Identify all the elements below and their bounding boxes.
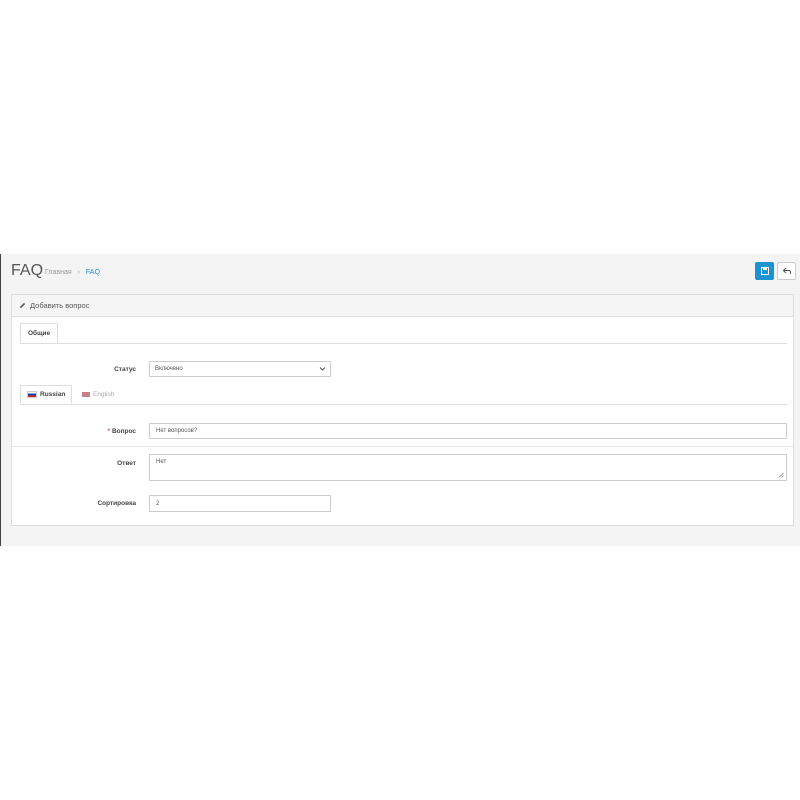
- question-label-text: Вопрос: [111, 428, 136, 435]
- tab-language-russian-label: Russian: [40, 391, 66, 398]
- breadcrumb-separator: ›: [77, 269, 80, 276]
- sort-label: Сортировка: [97, 500, 136, 507]
- breadcrumb-home[interactable]: Главная: [45, 269, 72, 276]
- russia-flag-icon: [27, 391, 37, 398]
- sort-order-value: 2: [156, 500, 160, 507]
- save-button[interactable]: [755, 262, 774, 280]
- main-tabs: Общие: [20, 323, 787, 344]
- sort-order-input[interactable]: 2: [149, 495, 331, 512]
- breadcrumb: Главная › FAQ: [45, 269, 100, 276]
- tab-language-english-label: English: [93, 391, 115, 398]
- resize-grip-icon[interactable]: [778, 472, 784, 478]
- language-tabs: Russian English: [20, 385, 787, 405]
- reply-icon: [782, 267, 791, 274]
- chevron-down-icon: [319, 367, 326, 371]
- question-label: * Вопрос: [16, 428, 136, 435]
- app-frame: FAQ Главная › FAQ Добавить вопрос Общие …: [0, 254, 800, 546]
- save-icon: [760, 267, 769, 275]
- breadcrumb-faq[interactable]: FAQ: [86, 269, 100, 276]
- back-button[interactable]: [777, 262, 796, 280]
- row-divider: [12, 446, 793, 447]
- pencil-icon: [19, 302, 26, 309]
- page-title: FAQ: [11, 262, 44, 279]
- question-input[interactable]: Нет вопросов?: [149, 423, 787, 439]
- question-input-value: Нет вопросов?: [156, 428, 198, 434]
- uk-flag-icon: [82, 392, 90, 397]
- faq-form-panel: Добавить вопрос Общие Статус Включено Ru…: [11, 294, 794, 526]
- panel-heading-text: Добавить вопрос: [30, 301, 90, 310]
- tab-general[interactable]: Общие: [20, 323, 59, 343]
- status-select[interactable]: Включено: [149, 361, 331, 377]
- answer-textarea-value: Нет: [156, 459, 167, 465]
- answer-label: Ответ: [117, 460, 136, 467]
- status-label: Статус: [114, 366, 136, 373]
- required-marker: *: [107, 428, 110, 435]
- answer-textarea[interactable]: Нет: [149, 454, 787, 481]
- tab-language-english[interactable]: English: [76, 385, 120, 404]
- tab-language-russian[interactable]: Russian: [20, 385, 73, 404]
- panel-heading: Добавить вопрос: [12, 295, 793, 317]
- status-select-value: Включено: [155, 366, 183, 372]
